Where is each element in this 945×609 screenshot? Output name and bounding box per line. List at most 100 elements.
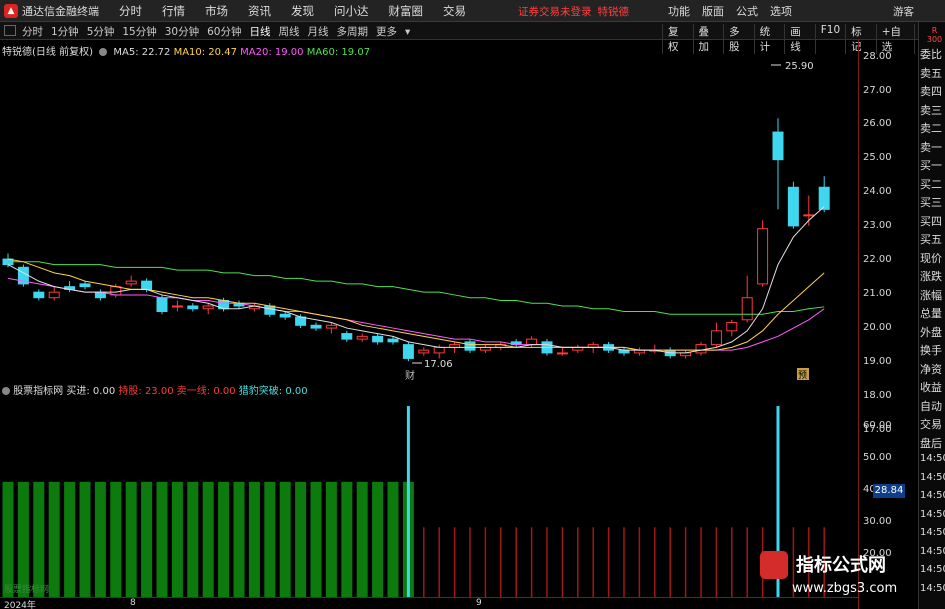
ma10-line [7,258,825,351]
candle-body [33,291,45,299]
tab-30min[interactable]: 30分钟 [165,24,199,39]
side-item: 买一 [920,159,942,172]
candle-body [387,338,399,343]
hold-bar-green [156,481,168,597]
tab-fenshi[interactable]: 分时 [22,24,43,39]
hold-bar-green [187,481,199,597]
menu-item-jiaoyi[interactable]: 交易 [433,3,476,19]
panel-toggle-icon[interactable] [4,25,16,36]
candlestick-chart[interactable]: 25.90 17.06 财 预 [0,40,858,380]
notice-text: 证券交易未登录 [518,6,592,18]
chevron-down-icon: ▾ [405,26,411,38]
menu-item-shichang[interactable]: 市场 [195,3,238,19]
candle-body [295,316,307,326]
candle-body [710,330,722,346]
main-menu: 分时 行情 市场 资讯 发现 问小达 财富圈 交易 [109,3,476,19]
side-item: 买五 [920,233,942,246]
side-item: 卖三 [920,103,942,117]
side-item: 14:50 [920,471,945,483]
tab-5min[interactable]: 5分钟 [87,24,115,39]
candle-body [310,324,322,329]
candle-body [695,344,707,354]
hold-bar-green [387,481,399,597]
right-menu: 功能 版面 公式 选项 [662,3,798,19]
candle-body [526,338,538,346]
price-tick: 20.00 [863,322,892,333]
candle-body [156,297,168,313]
candle-body [264,305,276,315]
date-tick: 9 [476,598,482,608]
hold-bar-green [248,481,260,597]
tab-daily[interactable]: 日线 [250,24,271,39]
indicator-tick: 50.00 [863,452,892,463]
candle-body [402,344,414,359]
menu-item-xuanxiang[interactable]: 选项 [764,3,798,19]
side-item: 卖一 [920,140,942,154]
candle-body [372,335,384,343]
watermark-logo: 指标公式网 www.zbgs3.com [758,549,918,607]
candle-body [341,333,353,340]
tab-monthly[interactable]: 月线 [308,24,329,39]
menu-item-gongneng[interactable]: 功能 [662,3,696,19]
menu-item-caifuquan[interactable]: 财富圈 [379,3,434,19]
menu-item-banmian[interactable]: 版面 [696,3,730,19]
side-item: 现价 [920,251,942,265]
tab-15min[interactable]: 15分钟 [122,24,156,39]
watermark-icon [760,551,788,579]
date-axis: 2024年 8 9 [0,597,858,609]
side-item: 交易 [920,418,942,431]
candle-body [110,286,122,296]
hold-bar-green [48,481,60,597]
hold-bar-green [372,481,384,597]
candle-body [803,214,815,217]
candle-body [187,305,199,310]
candle-body [787,186,799,227]
side-item: 自动 [920,399,942,413]
watermark-title: 指标公式网 [796,555,886,576]
menu-item-fenshi[interactable]: 分时 [109,3,152,19]
indicator-chart[interactable]: 股票指标网 [0,392,858,597]
period-toolbar: 分时 1分钟 5分钟 15分钟 30分钟 60分钟 日线 周线 月线 多周期 更… [0,22,945,54]
hold-bar-green [356,481,368,597]
tab-multi-period[interactable]: 多周期 [337,24,369,39]
menu-item-hangqing[interactable]: 行情 [152,3,195,19]
tab-1min[interactable]: 1分钟 [51,24,79,39]
tab-more-label: 更多 [376,26,397,38]
candle-body [125,280,137,285]
candle-body [141,280,153,290]
marker-cai[interactable]: 财 [405,369,415,380]
date-tick: 8 [130,598,136,608]
price-tick: 22.00 [863,254,892,265]
side-item: 14:50 [920,527,945,538]
hold-bar-green [279,481,291,597]
hold-bar-green [218,481,230,597]
candle-body [726,322,738,332]
tab-more[interactable]: 更多 ▾ [376,24,418,39]
tab-60min[interactable]: 60分钟 [207,24,241,39]
side-item: 卖五 [920,66,942,80]
price-tick: 24.00 [863,186,892,197]
menu-item-wenxiaoda[interactable]: 问小达 [324,3,379,19]
app-title: 通达信金融终端 [22,4,99,18]
candle-body [418,349,430,354]
hold-bar-green [341,481,353,597]
hold-bar-green [94,481,106,597]
tab-weekly[interactable]: 周线 [279,24,300,39]
menu-item-zixun[interactable]: 资讯 [238,3,281,19]
hold-bar-green [295,481,307,597]
ma5-line [7,206,825,354]
guest-label[interactable]: 游客 [893,4,914,19]
menu-item-faxian[interactable]: 发现 [281,3,324,19]
menu-item-gongshi[interactable]: 公式 [730,3,764,19]
candle-body [464,341,476,351]
indicator-bottom-label: 股票指标网 [4,583,49,595]
side-item: 14:50 [920,453,945,464]
price-tick: 19.00 [863,356,892,367]
side-item: 外盘 [920,325,942,339]
marker-yu[interactable]: 预 [798,370,807,380]
candle-body [325,324,337,329]
side-item: 卖二 [920,122,942,135]
login-notice[interactable]: 证券交易未登录 特锐德 [518,4,629,19]
hold-bar-green [110,481,122,597]
hold-bar-green [17,481,29,597]
